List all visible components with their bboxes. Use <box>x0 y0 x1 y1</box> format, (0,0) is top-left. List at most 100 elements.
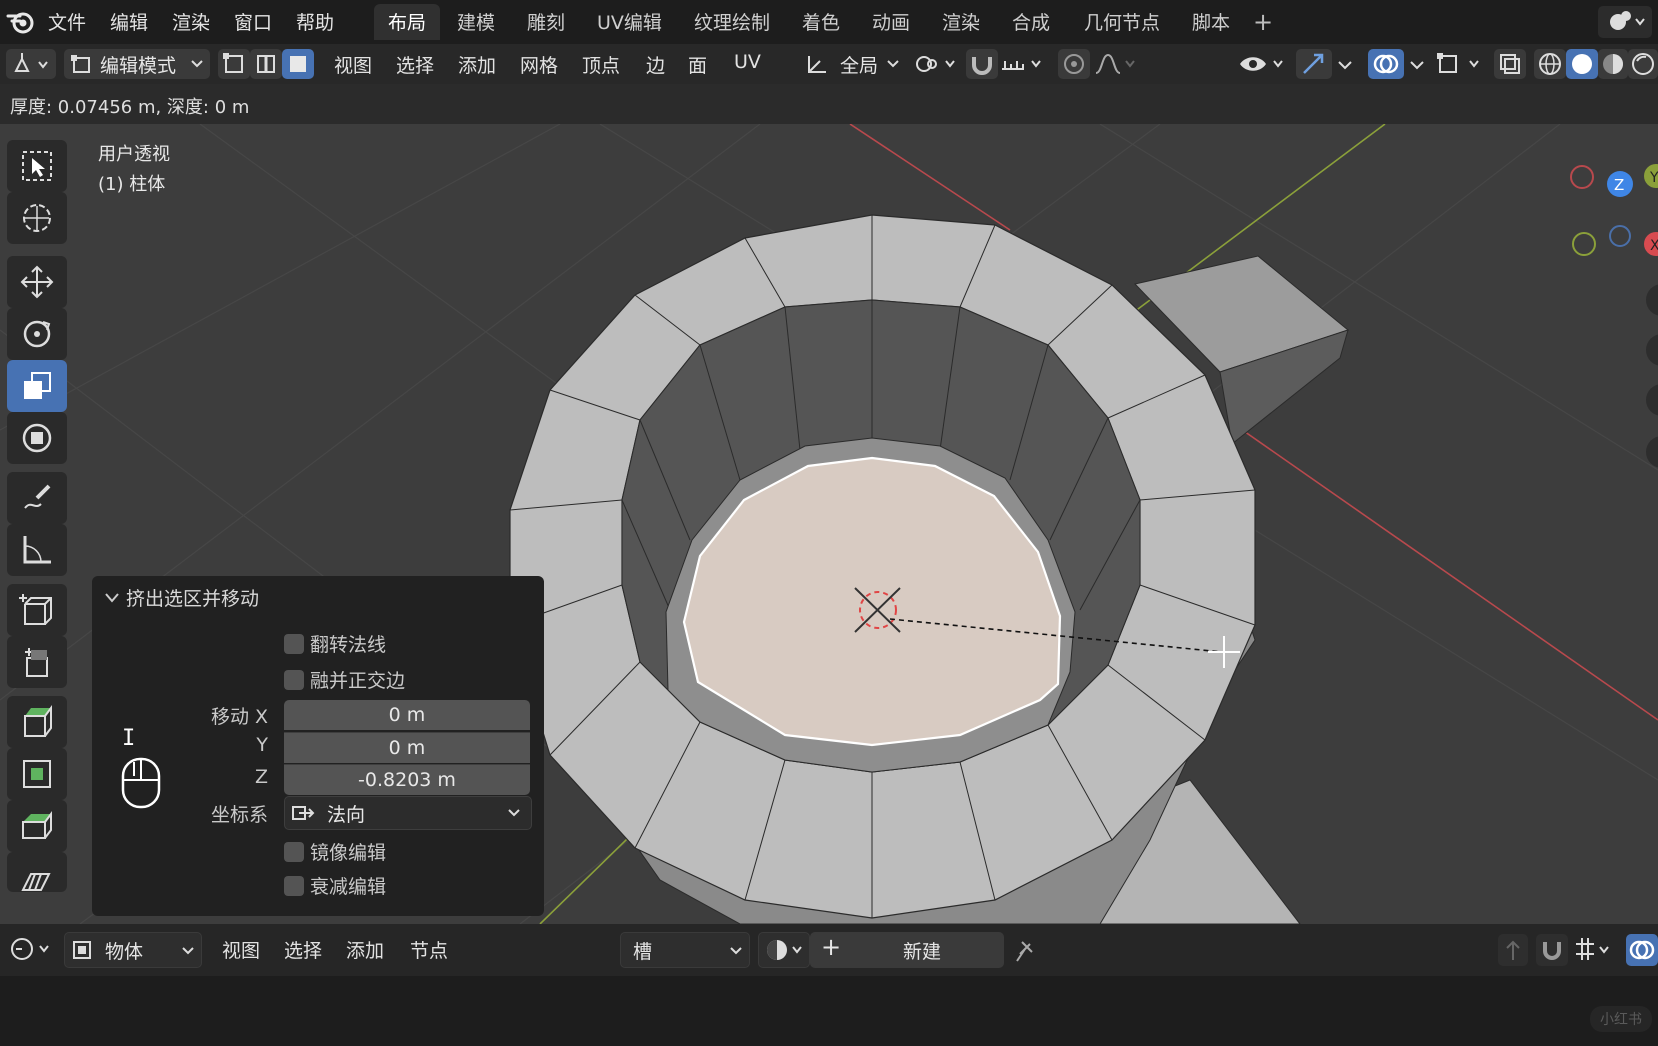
header-menu-add[interactable]: 添加 <box>458 51 496 78</box>
snap-target-dropdown[interactable] <box>998 49 1048 79</box>
tool-add-cube[interactable] <box>7 584 67 636</box>
tool-select-box[interactable] <box>7 140 67 192</box>
editor-type-button[interactable] <box>6 932 54 966</box>
tool-cursor[interactable] <box>7 192 67 244</box>
tab-animation[interactable]: 动画 <box>858 4 924 40</box>
chevron-down-icon[interactable] <box>104 592 120 604</box>
object-mode-dropdown[interactable]: 物体 <box>64 932 202 968</box>
tool-bevel[interactable] <box>7 748 67 800</box>
menu-help[interactable]: 帮助 <box>296 8 334 35</box>
parent-node-button[interactable] <box>1498 934 1528 966</box>
scene-selector-button[interactable] <box>1598 6 1652 38</box>
flip-normals-checkbox[interactable] <box>284 634 304 654</box>
move-icon <box>20 265 54 299</box>
snap-toggle-button[interactable] <box>966 49 998 79</box>
header-menu-view[interactable]: 视图 <box>334 51 372 78</box>
shader-editor-header: 物体 视图 选择 添加 节点 槽 + 新建 <box>0 924 1658 976</box>
move-x-field[interactable]: 0 m <box>284 700 530 730</box>
snap-element-dropdown[interactable] <box>1570 934 1614 966</box>
tab-layout[interactable]: 布局 <box>374 4 441 40</box>
tab-texture-paint[interactable]: 纹理绘制 <box>680 4 784 40</box>
bottom-menu-select[interactable]: 选择 <box>284 936 322 963</box>
header-menu-uv[interactable]: UV <box>734 51 761 73</box>
shading-rendered-button[interactable] <box>1628 49 1658 79</box>
overlay-toggle-button[interactable] <box>1368 49 1404 79</box>
mesh-edit-overlay-dropdown[interactable] <box>1432 49 1486 79</box>
move-z-field[interactable]: -0.8203 m <box>284 764 530 795</box>
vertex-select-button[interactable] <box>218 49 250 79</box>
editor-type-button[interactable] <box>6 49 56 79</box>
bottom-menu-view[interactable]: 视图 <box>222 936 260 963</box>
move-y-field[interactable]: 0 m <box>284 732 530 763</box>
material-browse-button[interactable] <box>758 932 810 968</box>
menu-render[interactable]: 渲染 <box>172 8 210 35</box>
node-editor-area[interactable]: 小红书 <box>0 976 1658 1046</box>
mirror-editing-checkbox[interactable] <box>284 842 304 862</box>
xray-toggle-button[interactable] <box>1494 49 1526 79</box>
shading-wireframe-button[interactable] <box>1534 49 1566 79</box>
orientation-select[interactable]: 法向 <box>284 796 532 830</box>
orientation-dropdown[interactable]: 全局 <box>800 49 902 79</box>
shading-material-button[interactable] <box>1598 49 1628 79</box>
falloff-dropdown[interactable] <box>1092 49 1142 79</box>
tool-scale[interactable] <box>7 360 67 412</box>
tab-shading[interactable]: 着色 <box>788 4 854 40</box>
tool-inset[interactable] <box>7 696 67 748</box>
visibility-dropdown[interactable] <box>1236 49 1288 79</box>
chevron-down-icon[interactable] <box>1336 60 1354 72</box>
shading-solid-button[interactable] <box>1566 49 1598 79</box>
slot-dropdown[interactable]: 槽 <box>620 932 750 968</box>
snap-increment-icon <box>1002 60 1041 70</box>
bottom-menu-add[interactable]: 添加 <box>346 936 384 963</box>
tab-sculpting[interactable]: 雕刻 <box>513 4 579 40</box>
tab-rendering[interactable]: 渲染 <box>928 4 994 40</box>
3d-viewport[interactable]: Z Y X 用户透视 (1) 柱体 挤出选区并移动 翻转法线 融并正交边 移动 … <box>0 124 1658 924</box>
pin-icon[interactable] <box>1012 936 1042 966</box>
tab-uv-editing[interactable]: UV编辑 <box>583 4 676 40</box>
header-menu-face[interactable]: 面 <box>688 51 707 78</box>
tool-rotate[interactable] <box>7 308 67 360</box>
flip-normals-label: 翻转法线 <box>310 634 387 656</box>
snap-toggle-button[interactable] <box>1536 934 1568 966</box>
proportional-edit-button[interactable] <box>1058 49 1090 79</box>
tool-knife[interactable] <box>7 852 67 892</box>
bottom-menu-node[interactable]: 节点 <box>410 936 448 963</box>
menu-window[interactable]: 窗口 <box>234 8 272 35</box>
object-label: (1) 柱体 <box>98 174 166 195</box>
operator-panel-title[interactable]: 挤出选区并移动 <box>126 584 259 611</box>
plus-icon[interactable]: + <box>1253 8 1273 36</box>
viewport-navigation-buttons[interactable] <box>1646 284 1658 468</box>
new-material-button[interactable]: + 新建 <box>810 932 1004 968</box>
tab-scripting[interactable]: 脚本 <box>1178 4 1244 40</box>
blender-logo-icon[interactable] <box>6 8 36 36</box>
tool-extrude[interactable] <box>7 636 67 688</box>
tab-geometry-nodes[interactable]: 几何节点 <box>1070 4 1174 40</box>
tool-transform[interactable] <box>7 412 67 464</box>
mode-dropdown[interactable]: 编辑模式 <box>64 49 210 79</box>
gizmo-toggle-button[interactable] <box>1296 49 1332 79</box>
tool-measure[interactable] <box>7 524 67 576</box>
overlay-toggle-button[interactable] <box>1626 934 1658 966</box>
header-menu-edge[interactable]: 边 <box>646 51 665 78</box>
gizmo-y-label: Y <box>1649 170 1658 186</box>
measure-icon <box>23 536 51 564</box>
tab-modeling[interactable]: 建模 <box>443 4 509 40</box>
face-select-button[interactable] <box>282 49 314 79</box>
dissolve-orthogonal-checkbox[interactable] <box>284 670 304 690</box>
tool-loop-cut[interactable] <box>7 800 67 852</box>
header-menu-mesh[interactable]: 网格 <box>520 51 558 78</box>
menu-edit[interactable]: 编辑 <box>110 8 148 35</box>
arrow-up-icon <box>1506 940 1520 960</box>
header-menu-select[interactable]: 选择 <box>396 51 434 78</box>
edge-select-button[interactable] <box>250 49 282 79</box>
tool-move[interactable] <box>7 256 67 308</box>
pivot-point-dropdown[interactable] <box>910 49 960 79</box>
tool-annotate[interactable] <box>7 472 67 524</box>
chevron-down-icon[interactable] <box>1408 60 1426 72</box>
navigation-gizmo[interactable]: Z Y X <box>1570 164 1658 256</box>
falloff-curve-icon <box>1095 53 1135 74</box>
proportional-editing-checkbox[interactable] <box>284 876 304 896</box>
menu-file[interactable]: 文件 <box>48 8 86 35</box>
header-menu-vertex[interactable]: 顶点 <box>582 51 620 78</box>
tab-compositing[interactable]: 合成 <box>998 4 1064 40</box>
